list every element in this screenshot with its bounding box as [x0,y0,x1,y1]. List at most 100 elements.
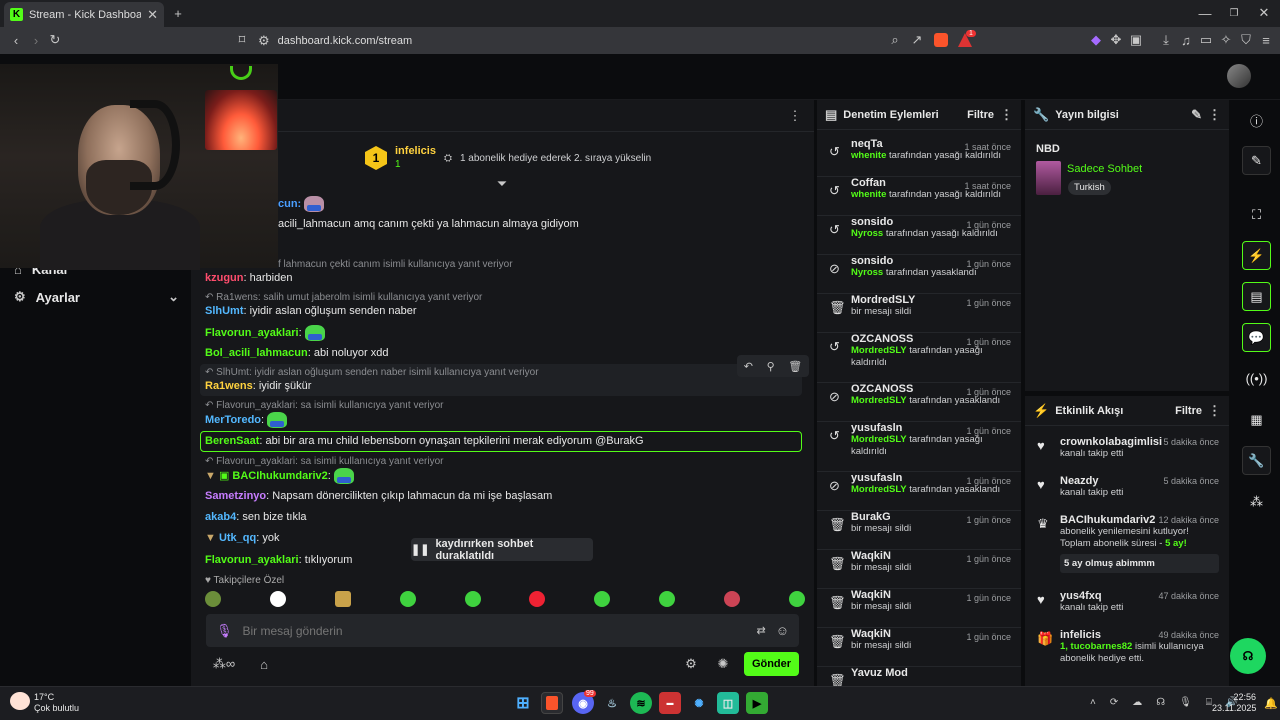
clock[interactable]: 22:56 23.11.2025 [1212,692,1256,714]
emote-icon[interactable] [594,591,611,607]
download-icon[interactable]: ⤓ [1158,32,1174,48]
category-name[interactable]: Sadece Sohbet [1067,163,1142,175]
mic-tray-icon[interactable]: 🎙 [1179,697,1192,708]
battlenet-app-icon[interactable]: ✺ [688,692,710,714]
mod-action-actor[interactable]: MordredSLY [851,484,907,495]
store-icon[interactable]: ⌂ [257,657,271,672]
emote-icon[interactable] [334,591,351,607]
emote-icon[interactable] [464,591,481,607]
pinned-user[interactable]: infelicis [395,145,436,158]
notification-icon[interactable]: 🔔 [1264,697,1278,710]
chat-username[interactable]: kzugun [205,272,244,284]
mod-action-actor[interactable]: MordredSLY [851,345,907,356]
forward-icon[interactable]: › [28,32,44,48]
more-icon[interactable]: ⋮ [1208,107,1221,123]
mod-action-actor[interactable]: MordredSLY [851,395,907,406]
reload-icon[interactable]: ↻ [47,32,63,48]
more-icon[interactable]: ⋮ [1000,107,1013,123]
puzzle-icon[interactable]: ✥ [1108,32,1124,48]
mod-shield-icon[interactable]: ✺ [716,656,730,671]
steam-app-icon[interactable]: ♨ [601,692,623,714]
events-filter-button[interactable]: Filtre [1175,405,1202,417]
obs-app-icon[interactable]: ▶ [746,692,768,714]
menu-icon[interactable]: ≡ [1258,32,1274,48]
app-icon[interactable]: ◫ [717,692,739,714]
cloud-icon[interactable]: ☁ [1132,697,1142,708]
mod-action-actor[interactable]: Nyross [851,228,883,239]
pin-icon[interactable]: ⚲ [767,360,775,373]
back-icon[interactable]: ‹ [8,32,24,48]
chat-more-icon[interactable]: ⋮ [788,108,802,123]
app-icon[interactable]: ▬ [659,692,681,714]
chat-username[interactable]: BerenSaat [205,435,259,447]
emote-icon[interactable] [529,591,546,607]
chat-username[interactable]: MerToredo [205,414,261,426]
zoom-icon[interactable]: ⌕ [888,32,902,48]
brave-app-icon[interactable] [541,692,563,714]
chat-settings-icon[interactable]: ⚙ [684,656,698,671]
chat-username[interactable]: BACIhukumdariv2 [232,470,327,482]
wrench-icon[interactable]: 🔧 [1242,446,1271,475]
emote-icon[interactable] [399,591,416,607]
chat-username[interactable]: SlhUmt [205,305,244,317]
layout-icon[interactable]: ▦ [1242,405,1271,434]
site-info-icon[interactable]: ⚙ [258,33,270,49]
document-icon[interactable]: ▤ [1242,282,1271,311]
emote-icon[interactable] [269,591,286,607]
weather-widget[interactable]: 17°C Çok bulutlu [34,692,79,714]
emote-icon[interactable] [659,591,676,607]
chevron-up-icon[interactable]: ˄ [1090,697,1096,708]
chat-username[interactable]: Flavorun_ayaklari [205,327,299,339]
sidebar-item-ayarlar[interactable]: ⚙ Ayarlar ⌄ [14,286,179,308]
spotify-app-icon[interactable]: ≋ [630,692,652,714]
chat-icon[interactable]: 💬 [1242,323,1271,352]
chat-input[interactable] [242,623,747,638]
url-field[interactable]: ⚙ dashboard.kick.com/stream [258,31,978,50]
edit-icon[interactable]: ✎ [1242,146,1271,175]
browser-tab[interactable]: K Stream - Kick Dashboard ✕ [4,2,164,27]
share-icon[interactable]: ↗ [910,32,924,48]
info-icon[interactable]: ⓘ [1242,106,1271,135]
chat-username[interactable]: cun: [278,198,301,210]
headphone-icon[interactable]: ☊ [1156,697,1165,708]
maximize-icon[interactable]: ❐ [1226,5,1242,21]
emote-icon[interactable] [724,591,740,607]
edit-icon[interactable]: ✎ [1191,107,1202,123]
capture-icon[interactable]: ⛶ [1242,200,1271,229]
leo-ai-icon[interactable]: ✧ [1218,32,1234,48]
mod-action-user[interactable]: Yavuz Mod [851,667,1011,679]
emote-icon[interactable] [205,591,221,607]
mod-filter-button[interactable]: Filtre [967,109,994,121]
points-icon[interactable]: ⁂ [1242,487,1271,516]
broadcast-icon[interactable]: ((•)) [1242,364,1271,393]
mod-action-actor[interactable]: whenite [851,150,886,161]
chat-username[interactable]: Flavorun_ayaklari [205,554,299,566]
screenshot-icon[interactable]: ▣ [1128,32,1144,48]
network-icon[interactable]: ⌸ [1206,697,1212,708]
mod-action-actor[interactable]: MordredSLY [851,434,907,445]
reply-icon[interactable]: ↶ [744,360,753,373]
minimize-icon[interactable]: — [1197,5,1213,21]
chat-paused-button[interactable]: ❚❚ kaydırırken sohbet duraklatıldı [411,538,593,562]
send-button[interactable]: Gönder [744,652,799,676]
translate-icon[interactable]: ⇄ [757,624,766,637]
vpn-icon[interactable]: ⛉ [1238,32,1254,48]
weather-icon[interactable] [10,692,30,710]
mod-action-actor[interactable]: whenite [851,189,886,200]
brave-shield-icon[interactable] [934,33,948,47]
chat-username[interactable]: Sametzinyo [205,490,266,502]
mod-action-actor[interactable]: Nyross [851,267,883,278]
start-icon[interactable]: ⊞ [512,692,534,714]
sync-icon[interactable]: ⟳ [1110,697,1118,708]
chat-username[interactable]: Bol_acili_lahmacun [205,347,308,359]
music-icon[interactable]: ♫ [1178,32,1194,48]
lightning-icon[interactable]: ⚡ [1242,241,1271,270]
close-window-icon[interactable]: ✕ [1256,5,1272,21]
points-icon[interactable]: ⁂∞ [210,656,238,671]
trash-icon[interactable]: 🗑 [788,360,802,373]
chat-username[interactable]: Ra1wens [205,380,253,392]
new-tab-icon[interactable]: + [170,5,186,21]
chat-username[interactable]: akab4 [205,511,236,523]
mic-icon[interactable]: 🎙 [216,623,233,639]
expand-pinned-icon[interactable]: ⏷ [495,176,509,191]
